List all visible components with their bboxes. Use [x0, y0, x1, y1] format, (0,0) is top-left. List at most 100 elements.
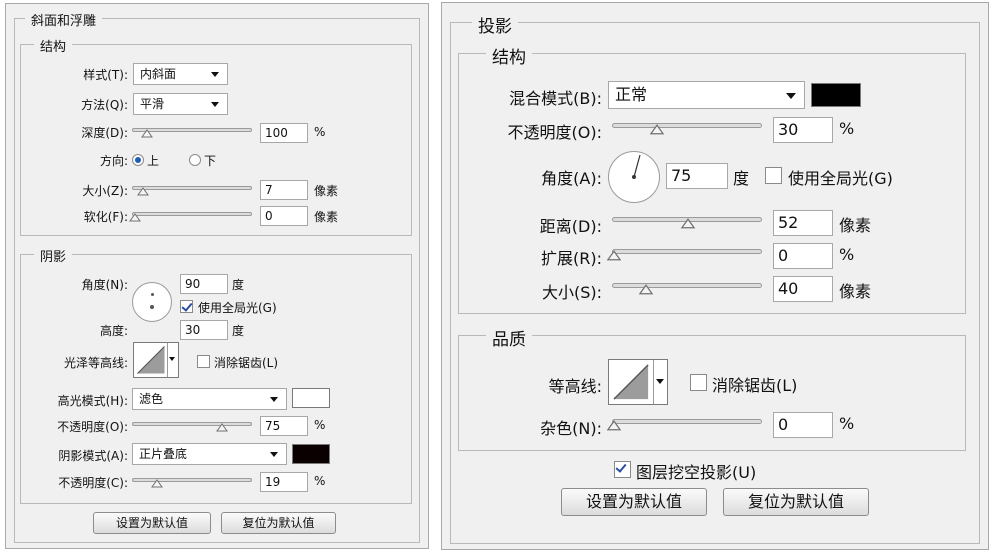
- opacity-slider[interactable]: [612, 123, 762, 128]
- size-input[interactable]: 7: [260, 180, 308, 200]
- soften-input[interactable]: 0: [260, 206, 308, 226]
- size-label: 大小(S):: [541, 283, 602, 302]
- gloss-contour-picker[interactable]: [133, 342, 179, 378]
- style-select[interactable]: 内斜面: [133, 63, 228, 85]
- highlight-mode-label: 高光模式(H):: [57, 394, 128, 408]
- shading-title: 阴影: [34, 246, 73, 265]
- highlight-opacity-input[interactable]: 75: [260, 416, 308, 436]
- soften-slider-thumb[interactable]: [129, 213, 141, 222]
- bevel-emboss-panel: 斜面和浮雕 结构 样式(T): 内斜面 方法(Q): 平滑 深度(D): 100…: [5, 3, 429, 549]
- reset-default-button[interactable]: 复位为默认值: [723, 488, 869, 516]
- global-light-checkbox[interactable]: [765, 167, 782, 184]
- altitude-input[interactable]: 30: [180, 320, 228, 340]
- angle-dial-center: [150, 305, 154, 309]
- angle-dial[interactable]: [608, 151, 660, 203]
- shadow-mode-label: 阴影模式(A):: [58, 449, 128, 463]
- depth-input[interactable]: 100: [260, 123, 308, 143]
- highlight-mode-value: 滤色: [139, 392, 164, 406]
- spread-input[interactable]: 0: [773, 243, 833, 269]
- noise-slider-thumb[interactable]: [606, 420, 622, 431]
- direction-up-label: 上: [147, 154, 160, 168]
- gloss-contour-label: 光泽等高线:: [63, 356, 128, 370]
- shadow-mode-value: 正片叠底: [139, 447, 188, 461]
- shadow-opacity-slider-thumb[interactable]: [151, 479, 163, 488]
- blend-mode-select[interactable]: 正常: [608, 81, 805, 109]
- shadow-color-swatch[interactable]: [292, 444, 330, 464]
- angle-input[interactable]: 75: [666, 163, 728, 189]
- contour-dropdown[interactable]: [653, 360, 667, 404]
- structure-title: 结构: [486, 43, 532, 68]
- size-label: 大小(Z):: [82, 184, 128, 198]
- angle-label: 角度(A):: [541, 169, 602, 188]
- contour-preview-icon: [612, 363, 650, 401]
- technique-select[interactable]: 平滑: [133, 93, 228, 115]
- distance-slider-thumb[interactable]: [680, 218, 696, 229]
- size-slider-thumb[interactable]: [638, 284, 654, 295]
- angle-unit: 度: [733, 169, 750, 188]
- size-slider[interactable]: [132, 186, 252, 190]
- knockout-checkbox[interactable]: [614, 461, 631, 478]
- highlight-opacity-slider-thumb[interactable]: [216, 423, 228, 432]
- soften-label: 软化(F):: [83, 210, 128, 224]
- knockout-label: 图层挖空投影(U): [636, 463, 757, 482]
- make-default-button[interactable]: 设置为默认值: [93, 512, 211, 534]
- anti-alias-checkbox[interactable]: [690, 374, 707, 391]
- angle-input[interactable]: 90: [180, 274, 228, 294]
- highlight-opacity-slider[interactable]: [132, 422, 252, 426]
- size-unit: 像素: [839, 282, 872, 301]
- shadow-opacity-unit: %: [314, 474, 326, 488]
- reset-default-button[interactable]: 复位为默认值: [221, 512, 336, 534]
- style-value: 内斜面: [140, 67, 177, 81]
- soften-slider[interactable]: [132, 212, 252, 216]
- structure-title: 结构: [34, 36, 73, 55]
- shadow-mode-select[interactable]: 正片叠底: [132, 443, 287, 465]
- highlight-mode-select[interactable]: 滤色: [132, 388, 287, 410]
- direction-down-radio[interactable]: [189, 154, 201, 166]
- opacity-input[interactable]: 30: [773, 117, 833, 143]
- chevron-down-icon: [270, 452, 278, 457]
- contour-preview-icon: [136, 345, 166, 375]
- make-default-button[interactable]: 设置为默认值: [561, 488, 707, 516]
- size-slider[interactable]: [612, 283, 762, 288]
- angle-dial[interactable]: [132, 282, 172, 322]
- distance-input[interactable]: 52: [773, 210, 833, 236]
- anti-alias-checkbox[interactable]: [197, 355, 210, 368]
- size-input[interactable]: 40: [773, 276, 833, 302]
- angle-label: 角度(N):: [81, 278, 128, 292]
- contour-picker[interactable]: [608, 359, 668, 405]
- chevron-down-icon: [786, 93, 796, 99]
- chevron-down-icon: [211, 102, 219, 107]
- chevron-down-icon: [270, 397, 278, 402]
- spread-slider[interactable]: [612, 249, 762, 254]
- size-slider-thumb[interactable]: [137, 187, 149, 196]
- chevron-down-icon: [169, 357, 175, 361]
- contour-dropdown[interactable]: [167, 343, 178, 377]
- noise-unit: %: [839, 414, 855, 433]
- soften-unit: 像素: [314, 210, 339, 224]
- distance-unit: 像素: [839, 216, 872, 235]
- shadow-opacity-input[interactable]: 19: [260, 472, 308, 492]
- technique-label: 方法(Q):: [81, 98, 128, 112]
- noise-label: 杂色(N):: [540, 419, 602, 438]
- depth-slider-thumb[interactable]: [141, 129, 153, 138]
- direction-up-radio[interactable]: [132, 154, 144, 166]
- blend-mode-value: 正常: [615, 85, 648, 104]
- highlight-opacity-unit: %: [314, 418, 326, 432]
- opacity-slider-thumb[interactable]: [649, 124, 665, 135]
- chevron-down-icon: [656, 379, 664, 384]
- shadow-color-swatch[interactable]: [811, 83, 861, 107]
- drop-shadow-panel: 投影 结构 混合模式(B): 正常 不透明度(O): 30 % 角度(A): 7…: [441, 2, 989, 550]
- noise-slider[interactable]: [612, 419, 762, 424]
- highlight-color-swatch[interactable]: [292, 388, 330, 408]
- technique-value: 平滑: [140, 97, 165, 111]
- noise-input[interactable]: 0: [773, 412, 833, 438]
- shadow-opacity-label: 不透明度(C):: [58, 476, 128, 490]
- spread-slider-thumb[interactable]: [606, 250, 622, 261]
- chevron-down-icon: [211, 72, 219, 77]
- blend-mode-label: 混合模式(B):: [509, 89, 602, 108]
- shadow-opacity-slider[interactable]: [132, 478, 252, 482]
- global-light-checkbox[interactable]: [180, 300, 193, 313]
- depth-label: 深度(D):: [81, 126, 128, 140]
- angle-dial-pointer: [151, 293, 154, 296]
- direction-down-label: 下: [204, 154, 217, 168]
